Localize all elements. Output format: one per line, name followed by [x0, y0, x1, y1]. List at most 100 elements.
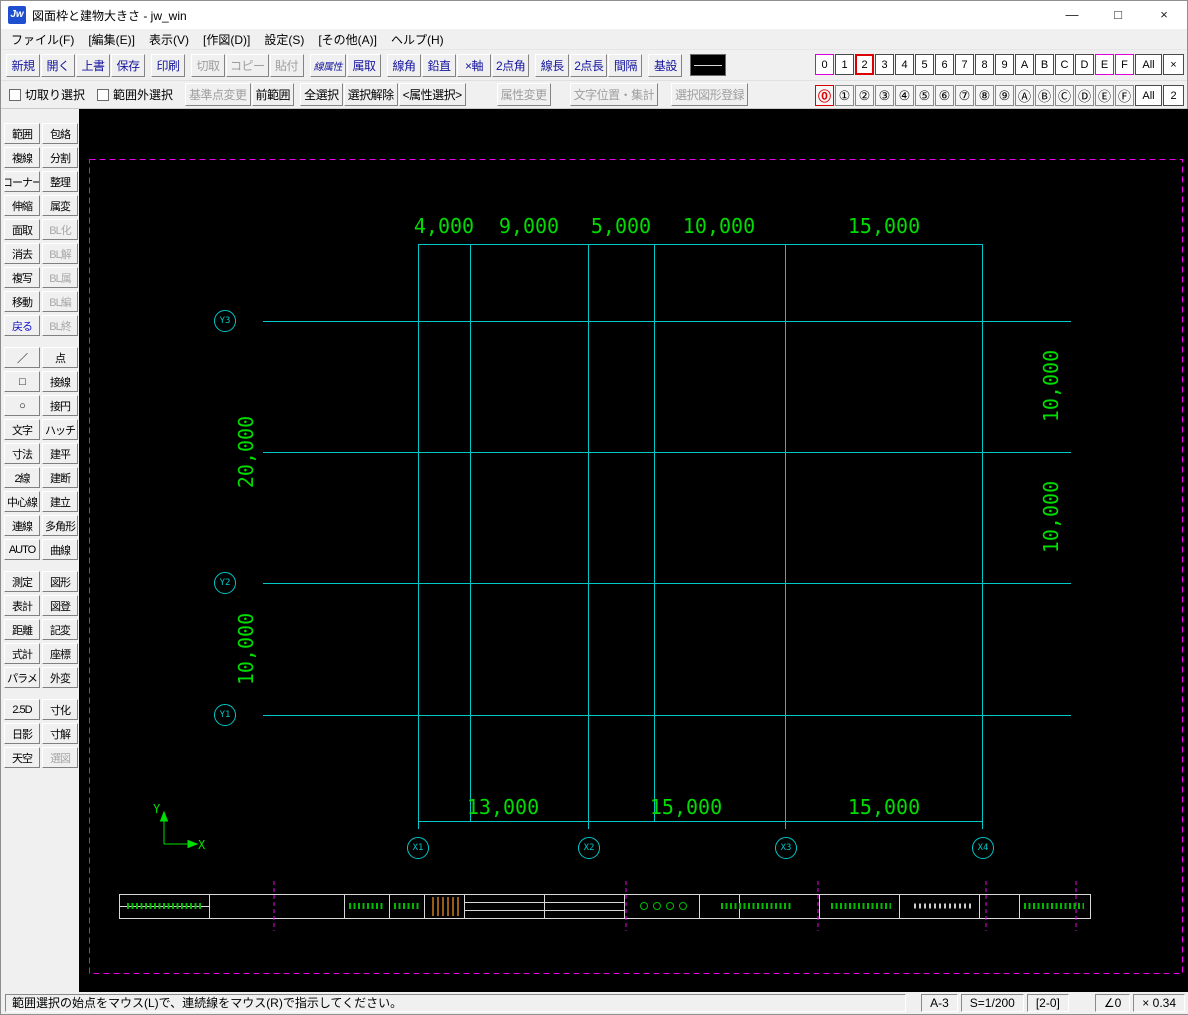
layer-button[interactable]: Ⓐ	[1015, 85, 1034, 106]
layer-field[interactable]: [2-0]	[1026, 994, 1069, 1012]
sidebar-button[interactable]: ／	[4, 347, 40, 368]
sidebar-button[interactable]: ハッチ	[42, 419, 78, 440]
menu-item[interactable]: [作図(D)]	[196, 29, 257, 50]
layer-group-button[interactable]: 7	[955, 54, 974, 75]
layer-group-button[interactable]: D	[1075, 54, 1094, 75]
layer-all-button[interactable]: All	[1135, 85, 1162, 106]
toolbar-button[interactable]: 線長	[535, 53, 570, 77]
layer-button[interactable]: ④	[895, 85, 914, 106]
toolbar-button[interactable]: コピー	[226, 53, 269, 77]
scale-field[interactable]: S=1/200	[960, 994, 1024, 1012]
toolbar-button[interactable]: 線属性	[309, 53, 347, 77]
toolbar-button[interactable]: 鉛直	[422, 53, 457, 77]
layer-group-button[interactable]: 0	[815, 54, 834, 75]
layer-group-all-button[interactable]: All	[1135, 54, 1162, 75]
layer-group-close-button[interactable]: ×	[1163, 54, 1184, 75]
sidebar-button[interactable]: BL終	[42, 315, 78, 336]
sidebar-button[interactable]: 文字	[4, 419, 40, 440]
sidebar-button[interactable]: 図登	[42, 595, 78, 616]
sidebar-button[interactable]: ○	[4, 395, 40, 416]
layer-button[interactable]: ⑦	[955, 85, 974, 106]
sidebar-button[interactable]: 複写	[4, 267, 40, 288]
sidebar-button[interactable]: 範囲	[4, 123, 40, 144]
sidebar-button[interactable]: 属変	[42, 195, 78, 216]
layer-button[interactable]: ③	[875, 85, 894, 106]
zoom-field[interactable]: × 0.34	[1133, 994, 1185, 1012]
sidebar-button[interactable]: 寸解	[42, 723, 78, 744]
sidebar-button[interactable]: 天空	[4, 747, 40, 768]
sidebar-button[interactable]: 寸化	[42, 699, 78, 720]
toolbar-button[interactable]: 基設	[648, 53, 683, 77]
angle-field[interactable]: ∠0	[1094, 994, 1131, 1012]
sidebar-button[interactable]: BL化	[42, 219, 78, 240]
sidebar-button[interactable]: 接円	[42, 395, 78, 416]
sidebar-button[interactable]: 点	[42, 347, 78, 368]
menu-item[interactable]: 設定(S)	[257, 29, 311, 50]
toolbar-button[interactable]: 開く	[41, 53, 75, 77]
line-attribute-preview[interactable]	[690, 54, 727, 76]
sidebar-button[interactable]: 測定	[4, 571, 40, 592]
menu-item[interactable]: ファイル(F)	[4, 29, 81, 50]
layer-button[interactable]: ⑨	[995, 85, 1014, 106]
sidebar-button[interactable]: 座標	[42, 643, 78, 664]
menu-item[interactable]: ヘルプ(H)	[384, 29, 451, 50]
layer-button[interactable]: ②	[855, 85, 874, 106]
sidebar-button[interactable]: 連線	[4, 515, 40, 536]
sidebar-button[interactable]: 面取	[4, 219, 40, 240]
selection-toolbar-button[interactable]: <属性選択>	[398, 83, 466, 106]
selection-toolbar-button[interactable]: 選択図形登録	[671, 83, 749, 106]
selection-toolbar-button[interactable]: 文字位置・集計	[569, 83, 659, 106]
menu-item[interactable]: [編集(E)]	[81, 29, 142, 50]
status-message[interactable]: 範囲選択の始点をマウス(L)で、連続線をマウス(R)で指示してください。	[5, 994, 907, 1012]
sidebar-button[interactable]: □	[4, 371, 40, 392]
sidebar-button[interactable]: BL属	[42, 267, 78, 288]
layer-group-button[interactable]: 8	[975, 54, 994, 75]
cut-select-checkbox[interactable]: 切取り選択	[9, 86, 85, 103]
selection-toolbar-button[interactable]: 基準点変更	[185, 83, 251, 106]
sidebar-button[interactable]: 移動	[4, 291, 40, 312]
sidebar-button[interactable]: 包絡	[42, 123, 78, 144]
toolbar-button[interactable]: ×軸	[457, 53, 492, 77]
layer-button[interactable]: ①	[835, 85, 854, 106]
layer-group-button[interactable]: E	[1095, 54, 1114, 75]
selection-toolbar-button[interactable]: 前範囲	[251, 83, 295, 106]
sidebar-button[interactable]: 分割	[42, 147, 78, 168]
sidebar-button[interactable]: 日影	[4, 723, 40, 744]
toolbar-button[interactable]: 切取	[191, 53, 225, 77]
sidebar-button[interactable]: 距離	[4, 619, 40, 640]
layer-button[interactable]: Ⓕ	[1115, 85, 1134, 106]
sidebar-button[interactable]: AUTO	[4, 539, 40, 560]
layer-group-button[interactable]: C	[1055, 54, 1074, 75]
sidebar-button[interactable]: コーナー	[4, 171, 40, 192]
toolbar-button[interactable]: 属取	[347, 53, 382, 77]
toolbar-button[interactable]: 貼付	[269, 53, 304, 77]
toolbar-button[interactable]: 上書	[76, 53, 110, 77]
selection-toolbar-button[interactable]: 属性変更	[496, 83, 551, 106]
menu-item[interactable]: 表示(V)	[142, 29, 196, 50]
layer-button[interactable]: ⑤	[915, 85, 934, 106]
layer-group-button[interactable]: A	[1015, 54, 1034, 75]
sidebar-button[interactable]: 2.5D	[4, 699, 40, 720]
layer-group-button[interactable]: 2	[855, 54, 874, 75]
layer-group-button[interactable]: 6	[935, 54, 954, 75]
paper-size-field[interactable]: A-3	[921, 994, 958, 1012]
sidebar-button[interactable]: 選図	[42, 747, 78, 768]
toolbar-button[interactable]: 新規	[6, 53, 40, 77]
toolbar-button[interactable]: 印刷	[151, 53, 185, 77]
sidebar-button[interactable]: 伸縮	[4, 195, 40, 216]
drawing-canvas[interactable]: 4,000 9,000 5,000 10,000 15,000 13,000 1…	[79, 109, 1188, 994]
sidebar-button[interactable]: 複線	[4, 147, 40, 168]
menu-item[interactable]: [その他(A)]	[311, 29, 384, 50]
close-button[interactable]: ×	[1141, 1, 1187, 29]
layer-group-indicator[interactable]: 2	[1163, 85, 1184, 106]
sidebar-button[interactable]: 建平	[42, 443, 78, 464]
sidebar-button[interactable]: パラメ	[4, 667, 40, 688]
layer-button[interactable]: Ⓒ	[1055, 85, 1074, 106]
maximize-button[interactable]: □	[1095, 1, 1141, 29]
selection-toolbar-button[interactable]: 選択解除	[343, 83, 398, 106]
layer-button[interactable]: Ⓔ	[1095, 85, 1114, 106]
sidebar-button[interactable]: 記変	[42, 619, 78, 640]
sidebar-button[interactable]: 消去	[4, 243, 40, 264]
layer-group-button[interactable]: 5	[915, 54, 934, 75]
layer-group-button[interactable]: 3	[875, 54, 894, 75]
